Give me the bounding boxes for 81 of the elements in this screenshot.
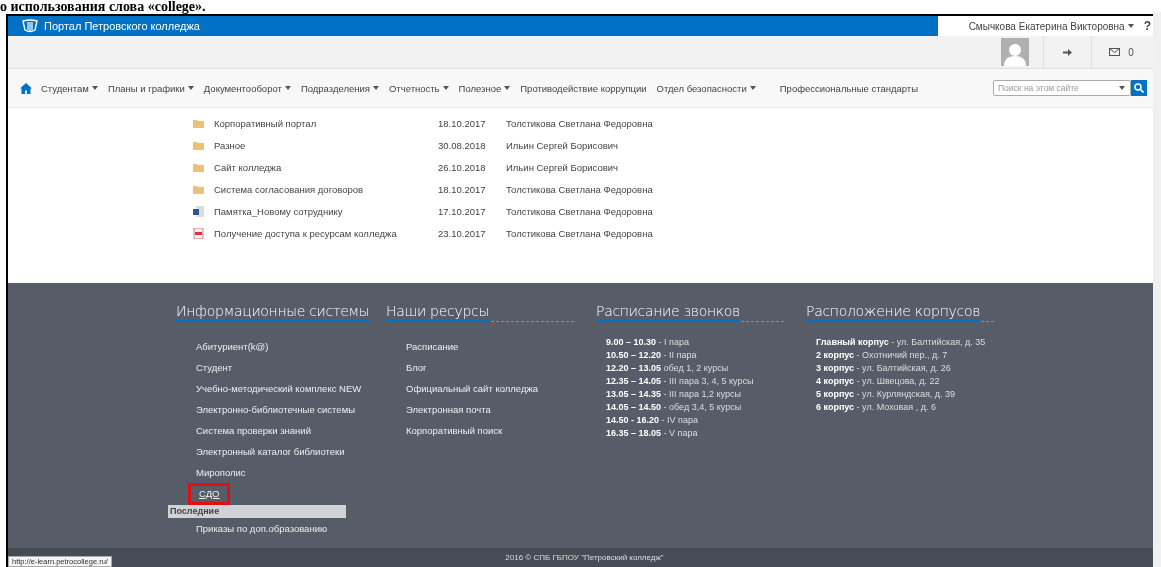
nav-menu-item[interactable]: Отдел безопасности (651, 82, 761, 94)
footer-text: 9.00 – 10.30 - I пара (606, 336, 690, 349)
footer-link[interactable]: Электронная почта (406, 399, 491, 420)
footer-text: 12.35 – 14.05 - III пара 3, 4, 5 курсы (606, 375, 755, 388)
footer-text: 4 корпус - ул. Швецова, д. 22 (816, 375, 941, 388)
file-author: Ильин Сергей Борисович (506, 139, 618, 151)
footer-link[interactable]: Учебно-методический комплекс NEW (196, 378, 362, 399)
footer-link[interactable]: СДО (188, 483, 231, 505)
mail-icon (1109, 48, 1121, 56)
nav-menu-item[interactable]: Отчетность (383, 82, 454, 94)
caret-icon (1119, 86, 1125, 90)
file-date: 18.10.2017 (438, 117, 487, 129)
footer-column-title: Расположение корпусов (806, 303, 981, 322)
file-name[interactable]: Разное (214, 139, 438, 151)
folder-icon (193, 118, 204, 128)
footer-link[interactable]: Электронно-библиотечные системы (196, 399, 355, 420)
avatar-silhouette[interactable] (1001, 38, 1029, 66)
nav-menu-item[interactable]: Противодействие коррупции (515, 82, 652, 94)
footer-text: 5 корпус - ул. Курляндская, д. 39 (816, 388, 957, 401)
footer-link[interactable]: Корпоративный поиск (406, 420, 503, 441)
help-button[interactable]: ? (1143, 19, 1151, 33)
file-author: Ильин Сергей Борисович (506, 161, 618, 173)
file-author: Толстикова Светлана Федоровна (506, 183, 653, 195)
file-name[interactable]: Система согласования договоров (214, 183, 438, 195)
folder-icon (193, 162, 204, 172)
file-date: 17.10.2017 (438, 205, 487, 217)
file-date: 30.08.2018 (438, 139, 487, 151)
footer-text: 14.05 – 14.50 - обед 3,4, 5 курсы (606, 401, 743, 414)
nav-menu-item[interactable]: Профессиональные стандарты (774, 82, 923, 94)
nav-menu-item[interactable]: Планы и графики (102, 82, 199, 94)
nav-menu-item[interactable]: Подразделения (295, 82, 384, 94)
file-author: Толстикова Светлана Федоровна (506, 227, 653, 239)
footer-column-title: Наши ресурсы (386, 303, 489, 322)
footer-text: 13.05 – 14.35 - III пара 1,2 курсы (606, 388, 742, 401)
file-name[interactable]: Памятка_Новому сотруднику (214, 205, 438, 217)
file-date: 23.10.2017 (438, 227, 487, 239)
footer-text: 3 корпус - ул. Балтийская, д. 26 (816, 362, 952, 375)
footer-column-title: Расписание звонков (596, 303, 740, 322)
file-date: 18.10.2017 (438, 183, 487, 195)
footer-text: 6 корпус - ул. Моховая , д. 6 (816, 401, 937, 414)
footer-link[interactable]: Электронный каталог библиотеки (196, 441, 345, 462)
user-menu[interactable]: Смычкова Екатерина Викторовна (968, 20, 1134, 32)
recent-header: Последние (168, 505, 346, 518)
file-name[interactable]: Корпоративный портал (214, 117, 438, 129)
portal-title[interactable]: Портал Петровского колледжа (44, 20, 200, 32)
footer-link[interactable]: Абитуриент(k@) (196, 336, 269, 357)
footer-link[interactable]: Приказы по доп.образованию (196, 518, 328, 539)
pdf-icon (193, 227, 204, 239)
file-author: Толстикова Светлана Федоровна (506, 205, 653, 217)
footer-text: 12.20 – 13.05 обед 1, 2 курсы (606, 362, 730, 375)
footer-link[interactable]: Система проверки знаний (196, 420, 311, 441)
nav-menu-item[interactable]: Документооборот (198, 82, 296, 94)
college-logo (22, 19, 38, 33)
footer-text: 10.50 – 12.20 - II пара (606, 349, 698, 362)
search-field[interactable]: Поиск на этом сайте (993, 80, 1131, 96)
footer-text: Главный корпус - ул. Балтийская, д. 35 (816, 336, 987, 349)
folder-icon (193, 184, 204, 194)
footer-link[interactable]: Расписание (406, 336, 459, 357)
footer-link[interactable]: Мирополис (196, 462, 246, 483)
folder-icon (193, 140, 204, 150)
footer-column-title: Информационные системы (176, 303, 370, 322)
search-button[interactable] (1131, 80, 1147, 96)
sign-in-icon (1062, 47, 1073, 57)
footer-link[interactable]: Блог (406, 357, 427, 378)
footer-text: 14.50 - 16.20 - IV пара (606, 414, 699, 427)
mail-button[interactable]: 0 (1091, 36, 1151, 68)
nav-menu-item[interactable]: Студентам (36, 82, 103, 94)
footer-text: 16.35 – 18.05 - V пара (606, 427, 699, 440)
file-name[interactable]: Получение доступа к ресурсам колледжа (214, 227, 438, 239)
file-date: 26.10.2018 (438, 161, 487, 173)
footer-link[interactable]: Официальный сайт колледжа (406, 378, 539, 399)
footer-link[interactable]: Студент (196, 357, 233, 378)
home-icon[interactable] (20, 82, 32, 94)
nav-menu-item[interactable]: Полезное (453, 82, 516, 94)
document-heading: о использования слова «college». (0, 0, 206, 14)
file-author: Толстикова Светлана Федоровна (506, 117, 653, 129)
footer-text: 2 корпус - Охотничий пер., д. 7 (816, 349, 949, 362)
caret-icon (1127, 24, 1134, 28)
file-name[interactable]: Сайт колледжа (214, 161, 438, 173)
document-icon (193, 205, 204, 217)
copyright-text: 2016 © СПБ ГБПОУ "Петровский колледж" (505, 553, 664, 562)
